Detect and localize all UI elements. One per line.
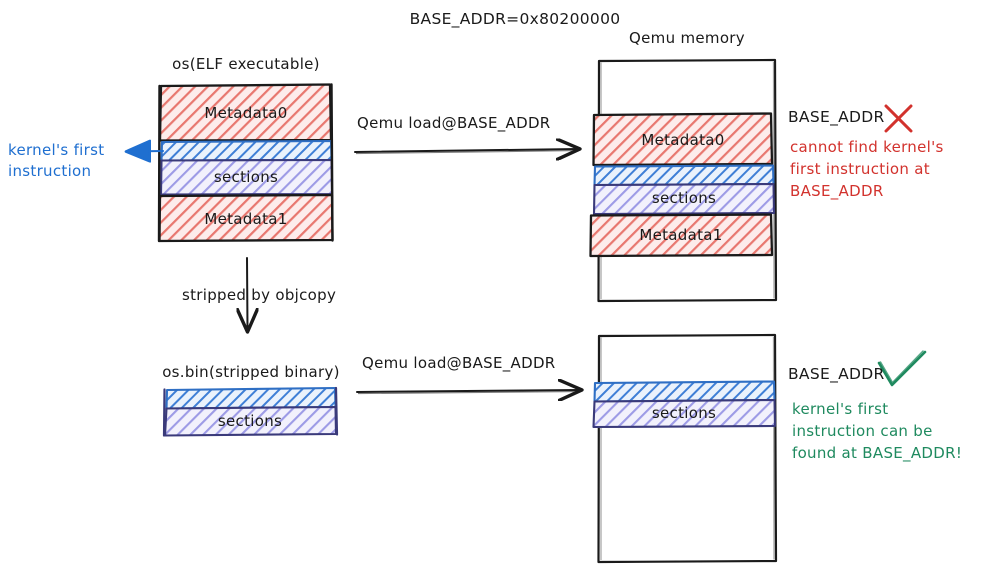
annotation-success-line1: kernel's first xyxy=(792,400,889,418)
qemu-load-arrow-top xyxy=(354,149,578,154)
annotation-fail-address: BASE_ADDR xyxy=(788,108,885,126)
elf-block-sections-label: sections xyxy=(213,168,279,186)
elf-block-metadata1-label: Metadata1 xyxy=(204,210,288,228)
annotation-success-line3: found at BASE_ADDR! xyxy=(792,444,963,462)
qemu-bottom-block-sections-label: sections xyxy=(651,404,717,422)
annotation-fail-line2: first instruction at xyxy=(790,160,930,178)
qemu-load-arrow-bottom-label: Qemu load@BASE_ADDR xyxy=(362,354,556,372)
qemu-top-block-sections-label: sections xyxy=(651,189,717,207)
annotation-fail-line3: BASE_ADDR xyxy=(790,182,884,200)
elf-executable-caption: os(ELF executable) xyxy=(172,55,320,73)
qemu-memory-box-bottom xyxy=(592,333,778,564)
osbin-caption: os.bin(stripped binary) xyxy=(162,363,340,381)
annotation-fail-line1: cannot find kernel's xyxy=(790,138,944,156)
diagram-canvas: BASE_ADDR=0x80200000 os(ELF executable) … xyxy=(0,0,982,572)
diagram-vector-layer xyxy=(0,58,927,564)
first-instruction-annotation-line2: instruction xyxy=(8,162,92,180)
elf-block-metadata0-label: Metadata0 xyxy=(204,104,288,122)
stripped-by-objcopy-label: stripped by objcopy xyxy=(182,286,337,304)
annotation-success-address: BASE_ADDR xyxy=(788,365,885,383)
qemu-top-block-metadata1-label: Metadata1 xyxy=(639,226,723,244)
first-instruction-annotation-line1: kernel's first xyxy=(8,141,105,159)
osbin-block-sections-label: sections xyxy=(217,412,283,430)
annotation-success-line2: instruction can be xyxy=(792,422,933,440)
cross-mark-icon xyxy=(884,104,913,133)
qemu-load-arrow-bottom xyxy=(356,390,580,394)
check-mark-icon xyxy=(877,350,927,387)
qemu-top-block-metadata0-label: Metadata0 xyxy=(641,131,725,149)
page-title: BASE_ADDR=0x80200000 xyxy=(409,10,621,28)
qemu-memory-box-top xyxy=(589,58,778,303)
qemu-memory-caption: Qemu memory xyxy=(629,29,745,47)
qemu-load-arrow-top-label: Qemu load@BASE_ADDR xyxy=(357,114,551,132)
qemu-top-block-first-instruction xyxy=(593,164,775,187)
osbin-block-first-instruction xyxy=(165,386,337,410)
qemu-bottom-block-first-instruction xyxy=(593,380,776,403)
elf-block-first-instruction xyxy=(160,139,333,162)
first-instruction-pointer-arrow xyxy=(128,151,165,152)
